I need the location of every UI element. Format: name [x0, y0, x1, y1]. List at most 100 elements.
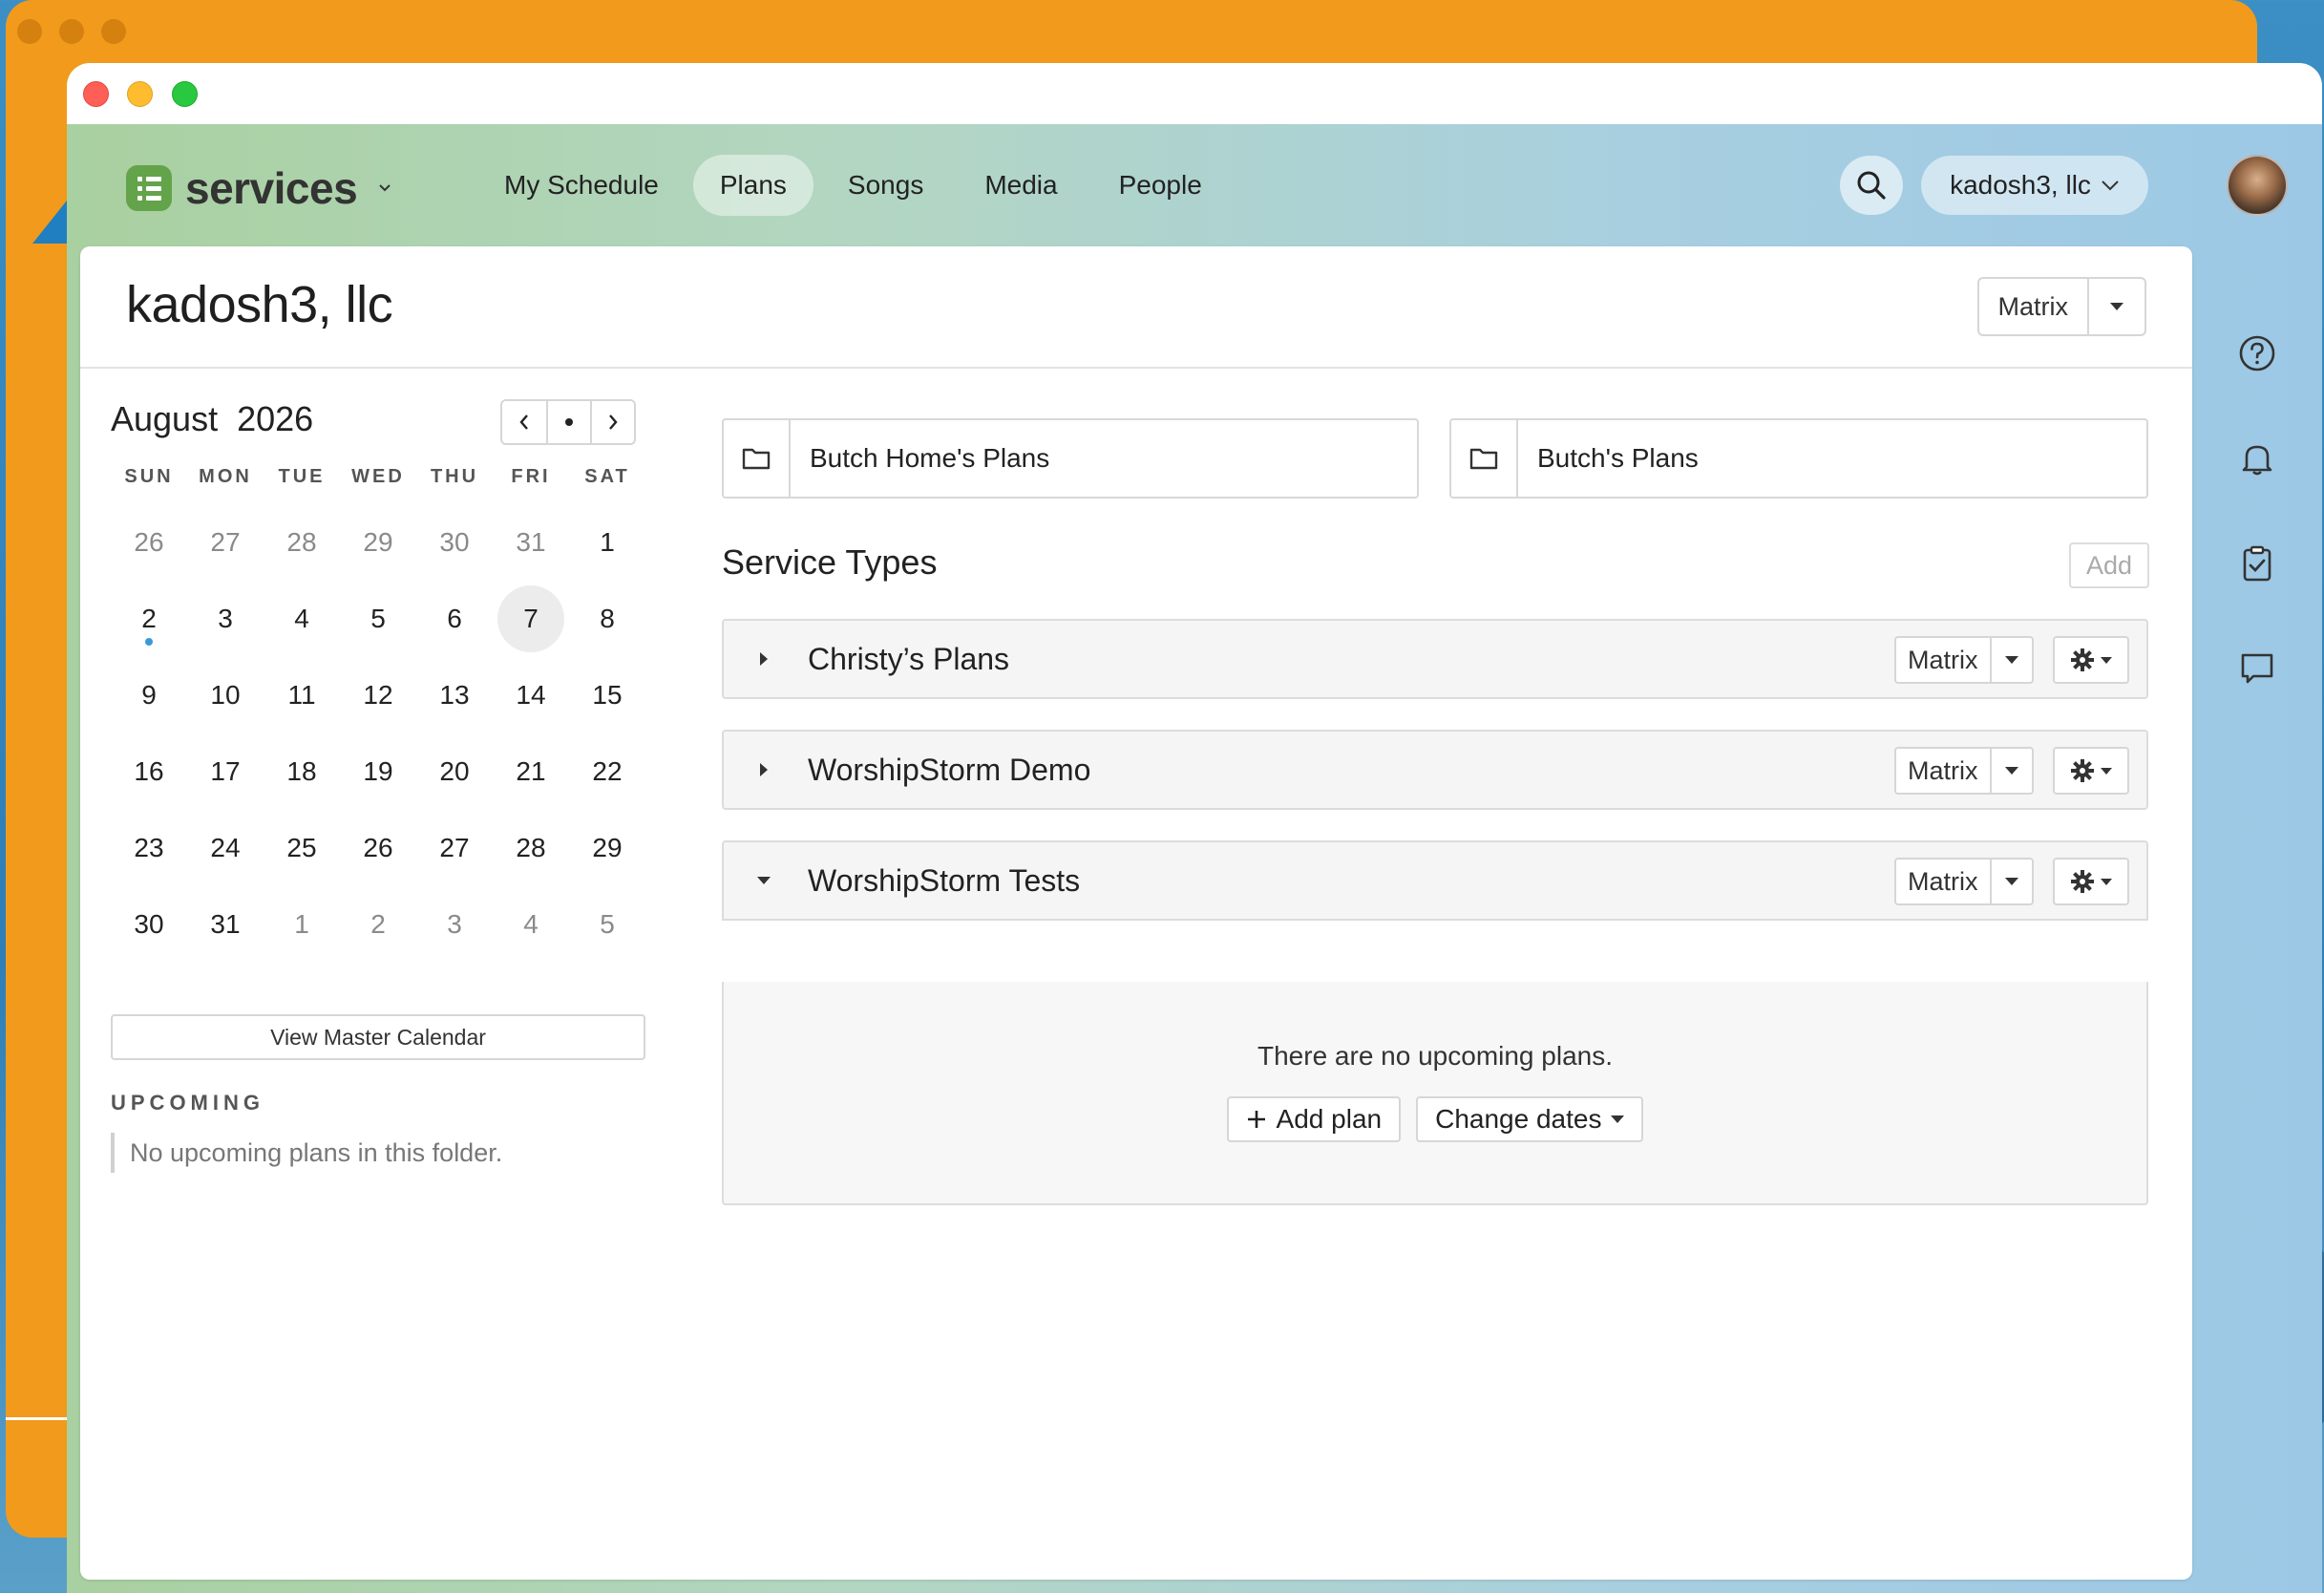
calendar-day[interactable]: 4 — [264, 581, 340, 657]
calendar-day[interactable]: 4 — [493, 886, 569, 963]
calendar-day-number: 21 — [516, 756, 546, 786]
org-switcher-button[interactable]: kadosh3, llc — [1921, 156, 2148, 215]
calendar-day[interactable]: 21 — [493, 733, 569, 810]
bell-icon[interactable] — [2238, 439, 2276, 478]
window-zoom-button[interactable] — [172, 81, 198, 107]
calendar-day[interactable]: 9 — [111, 657, 187, 733]
service-type-view-label[interactable]: Matrix — [1896, 860, 1990, 903]
calendar-day[interactable]: 17 — [187, 733, 264, 810]
calendar-next-button[interactable] — [590, 401, 634, 443]
calendar-day[interactable]: 28 — [493, 810, 569, 886]
nav-media[interactable]: Media — [958, 155, 1084, 216]
window-close-button[interactable] — [83, 81, 109, 107]
calendar-day[interactable]: 24 — [187, 810, 264, 886]
calendar-day[interactable]: 29 — [340, 504, 416, 581]
calendar-day-number: 24 — [210, 833, 241, 862]
calendar-day[interactable]: 27 — [416, 810, 493, 886]
service-type-row[interactable]: WorshipStorm Tests Matrix — [722, 840, 2148, 921]
gear-icon — [2071, 648, 2094, 671]
add-plan-button[interactable]: Add plan — [1226, 1096, 1402, 1142]
change-dates-button[interactable]: Change dates — [1416, 1096, 1644, 1142]
service-type-name[interactable]: WorshipStorm Tests — [808, 842, 1080, 919]
calendar-day-number: 1 — [294, 909, 309, 939]
calendar-day[interactable]: 25 — [264, 810, 340, 886]
calendar-day[interactable]: 5 — [569, 886, 645, 963]
calendar-day[interactable]: 14 — [493, 657, 569, 733]
view-mode-label[interactable]: Matrix — [1979, 279, 2088, 334]
caret-right-icon[interactable] — [754, 760, 773, 779]
service-type-row[interactable]: WorshipStorm Demo Matrix — [722, 730, 2148, 810]
folder-butch[interactable]: Butch's Plans — [1449, 418, 2148, 499]
service-type-view-label[interactable]: Matrix — [1896, 749, 1990, 793]
folder-butch-home[interactable]: Butch Home's Plans — [722, 418, 1419, 499]
service-type-view-label[interactable]: Matrix — [1896, 638, 1990, 682]
service-type-name[interactable]: WorshipStorm Demo — [808, 732, 1090, 808]
calendar-day[interactable]: 31 — [187, 886, 264, 963]
service-type-settings-button[interactable] — [2053, 636, 2129, 684]
chat-icon[interactable] — [2238, 649, 2276, 688]
calendar-day[interactable]: 20 — [416, 733, 493, 810]
plus-icon — [1247, 1111, 1265, 1128]
calendar-day[interactable]: 23 — [111, 810, 187, 886]
calendar-day[interactable]: 31 — [493, 504, 569, 581]
bg-window-close[interactable] — [17, 19, 42, 44]
calendar-day[interactable]: 3 — [187, 581, 264, 657]
view-master-calendar-button[interactable]: View Master Calendar — [111, 1014, 645, 1060]
service-type-view-dropdown[interactable]: Matrix — [1894, 747, 2034, 795]
calendar-day[interactable]: 11 — [264, 657, 340, 733]
nav-plans[interactable]: Plans — [692, 155, 813, 216]
user-avatar[interactable] — [2227, 155, 2288, 216]
calendar-day[interactable]: 3 — [416, 886, 493, 963]
nav-songs[interactable]: Songs — [821, 155, 950, 216]
calendar-day[interactable]: 10 — [187, 657, 264, 733]
calendar-day[interactable]: 1 — [569, 504, 645, 581]
nav-my-schedule[interactable]: My Schedule — [477, 155, 686, 216]
nav-people[interactable]: People — [1092, 155, 1229, 216]
service-type-settings-button[interactable] — [2053, 747, 2129, 795]
service-type-view-dropdown[interactable]: Matrix — [1894, 858, 2034, 905]
bg-window-zoom[interactable] — [101, 19, 126, 44]
search-button[interactable] — [1840, 156, 1903, 215]
service-type-view-caret[interactable] — [1989, 638, 2032, 682]
window-minimize-button[interactable] — [127, 81, 153, 107]
service-type-row[interactable]: Christy’s Plans Matrix — [722, 619, 2148, 699]
calendar-day[interactable]: 12 — [340, 657, 416, 733]
bg-window-minimize[interactable] — [59, 19, 84, 44]
service-type-settings-button[interactable] — [2053, 858, 2129, 905]
view-mode-dropdown[interactable]: Matrix — [1976, 277, 2146, 336]
calendar-day[interactable]: 29 — [569, 810, 645, 886]
help-icon[interactable] — [2238, 334, 2276, 372]
calendar-day[interactable]: 19 — [340, 733, 416, 810]
calendar-day[interactable]: 22 — [569, 733, 645, 810]
add-service-type-button[interactable]: Add — [2069, 542, 2149, 588]
calendar-day[interactable]: 13 — [416, 657, 493, 733]
calendar-prev-button[interactable] — [502, 401, 546, 443]
calendar-day[interactable]: 30 — [111, 886, 187, 963]
calendar-day[interactable]: 1 — [264, 886, 340, 963]
calendar-today-button[interactable] — [546, 401, 590, 443]
calendar-day[interactable]: 5 — [340, 581, 416, 657]
calendar-day[interactable]: 2 — [111, 581, 187, 657]
calendar-day[interactable]: 7 — [493, 581, 569, 657]
calendar-day[interactable]: 16 — [111, 733, 187, 810]
calendar-day[interactable]: 30 — [416, 504, 493, 581]
calendar-day[interactable]: 26 — [111, 504, 187, 581]
service-type-view-caret[interactable] — [1989, 860, 2032, 903]
calendar-day[interactable]: 6 — [416, 581, 493, 657]
calendar-day[interactable]: 28 — [264, 504, 340, 581]
calendar-day-number: 15 — [592, 680, 623, 710]
service-type-name[interactable]: Christy’s Plans — [808, 621, 1009, 697]
calendar-day[interactable]: 27 — [187, 504, 264, 581]
service-type-view-caret[interactable] — [1989, 749, 2032, 793]
calendar-day[interactable]: 15 — [569, 657, 645, 733]
caret-down-icon[interactable] — [754, 871, 773, 890]
view-mode-caret[interactable] — [2087, 279, 2144, 334]
app-switcher[interactable]: services — [126, 162, 391, 214]
calendar-day[interactable]: 18 — [264, 733, 340, 810]
calendar-day[interactable]: 2 — [340, 886, 416, 963]
clipboard-check-icon[interactable] — [2238, 544, 2276, 583]
calendar-day[interactable]: 26 — [340, 810, 416, 886]
calendar-day[interactable]: 8 — [569, 581, 645, 657]
caret-right-icon[interactable] — [754, 649, 773, 669]
service-type-view-dropdown[interactable]: Matrix — [1894, 636, 2034, 684]
